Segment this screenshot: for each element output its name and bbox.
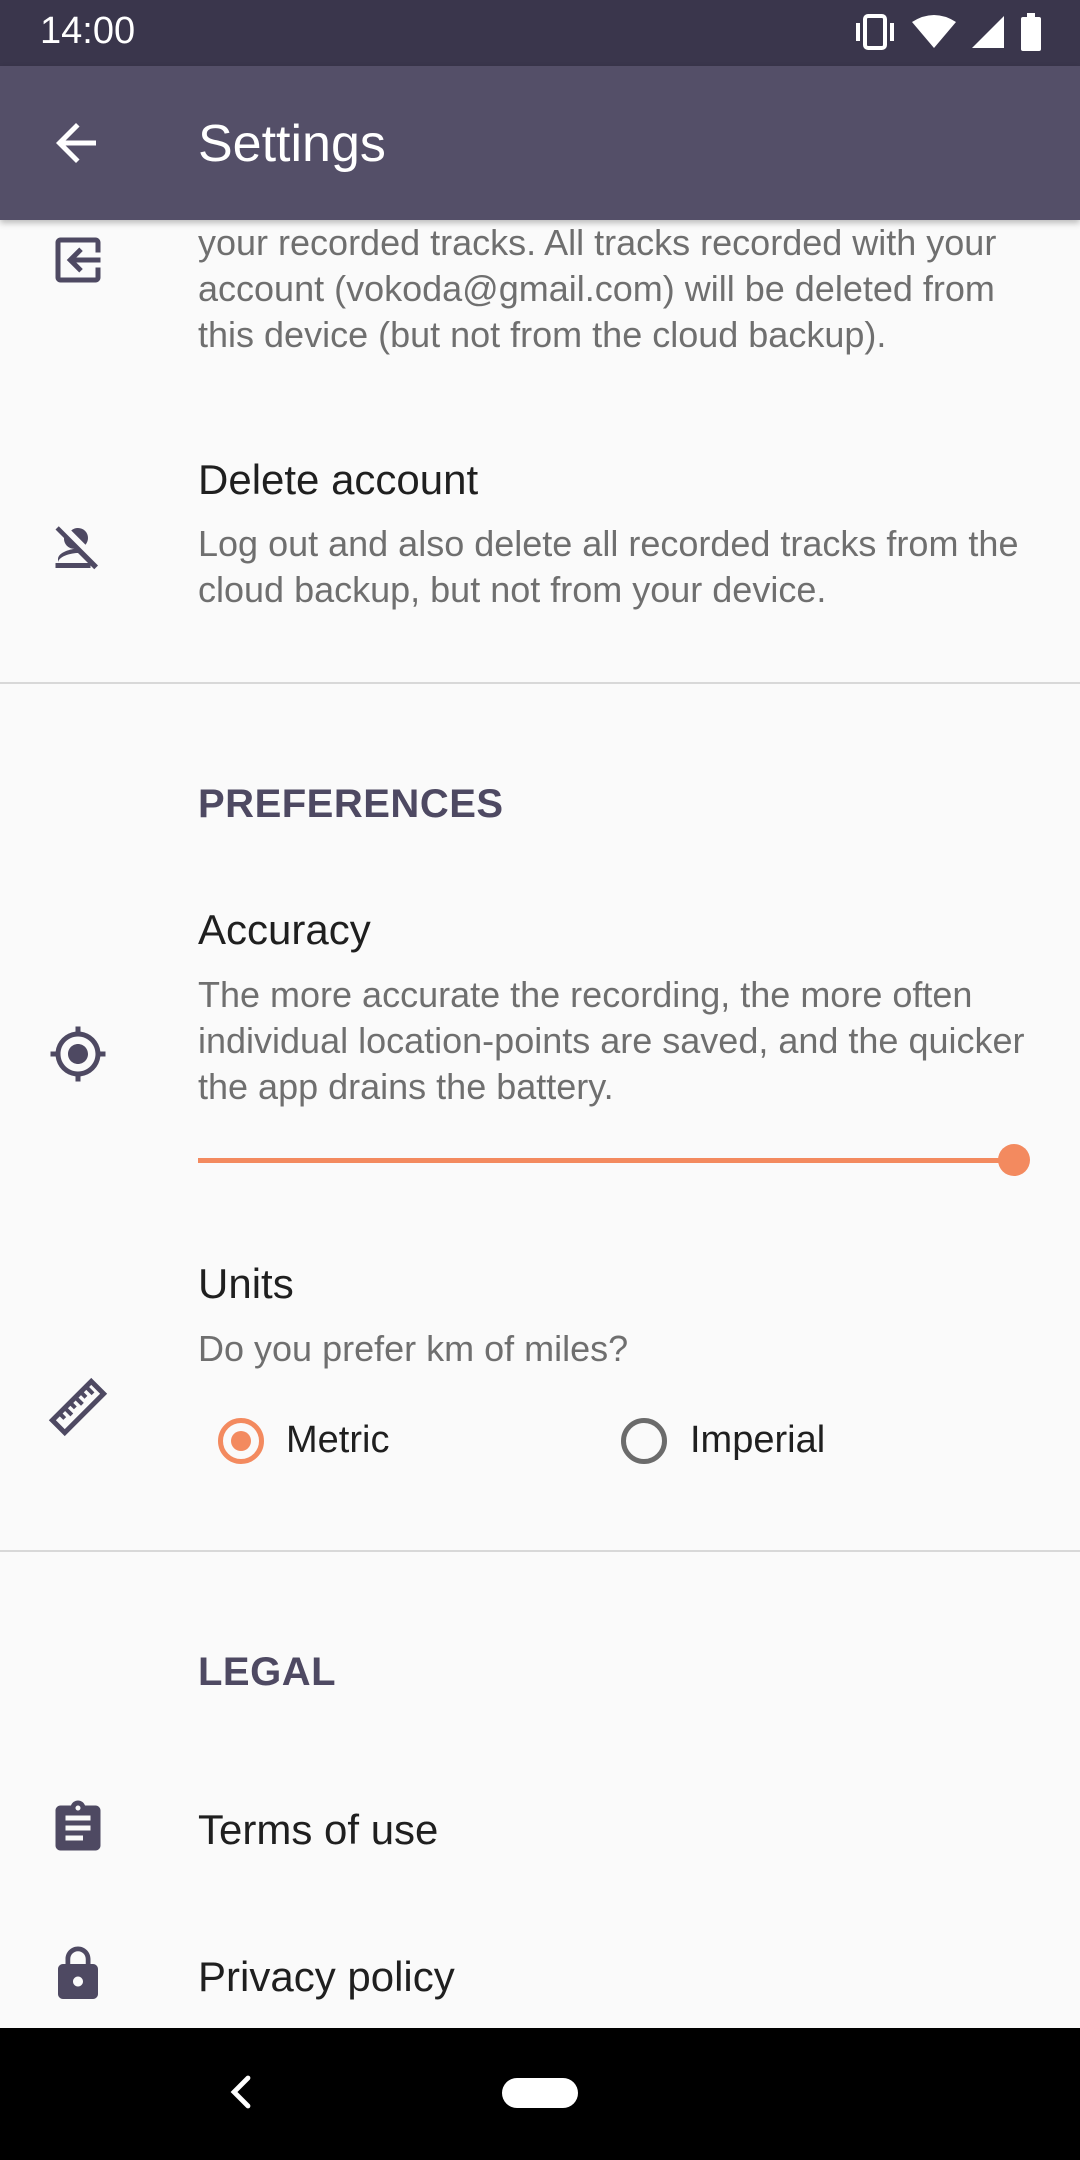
imperial-radio[interactable]	[621, 1418, 667, 1464]
system-nav-bar	[0, 2028, 1080, 2160]
vibrate-icon	[856, 14, 894, 50]
status-icons	[852, 12, 1042, 52]
battery-icon	[1021, 13, 1041, 51]
wifi-icon	[912, 15, 956, 48]
status-bar: 14:00	[0, 0, 1080, 66]
divider	[0, 682, 1080, 684]
terms-of-use-label[interactable]: Terms of use	[198, 1806, 438, 1854]
signal-icon	[972, 16, 1004, 48]
clipboard-icon	[55, 1800, 101, 1851]
person-off-icon	[55, 526, 98, 570]
page-title: Settings	[198, 115, 386, 173]
metric-label[interactable]: Metric	[286, 1419, 389, 1462]
units-title: Units	[198, 1260, 294, 1307]
logout-description: your recorded tracks. All tracks recorde…	[198, 222, 997, 355]
privacy-policy-label[interactable]: Privacy policy	[198, 1953, 455, 2001]
ruler-icon	[48, 1377, 108, 1437]
arrow-left-icon[interactable]	[46, 113, 106, 173]
nav-back-icon[interactable]	[218, 2068, 266, 2116]
legal-header: LEGAL	[198, 1650, 337, 1694]
slider-thumb[interactable]	[998, 1144, 1030, 1176]
metric-radio[interactable]	[218, 1418, 264, 1464]
divider	[0, 1550, 1080, 1552]
lock-icon	[58, 1946, 98, 1999]
status-time: 14:00	[40, 10, 136, 52]
units-description: Do you prefer km of miles?	[198, 1328, 629, 1369]
imperial-label[interactable]: Imperial	[690, 1419, 825, 1462]
gps-target-icon	[50, 1026, 106, 1082]
delete-account-description: Log out and also delete all recorded tra…	[198, 523, 1019, 610]
accuracy-title: Accuracy	[198, 906, 371, 953]
logout-icon	[55, 237, 101, 283]
app-bar: Settings	[0, 66, 1080, 220]
preferences-header: PREFERENCES	[198, 782, 504, 826]
delete-account-title: Delete account	[198, 456, 479, 503]
accuracy-description: The more accurate the recording, the mor…	[198, 974, 1025, 1107]
nav-home-button[interactable]	[502, 2078, 578, 2108]
slider-track[interactable]	[198, 1158, 1014, 1163]
